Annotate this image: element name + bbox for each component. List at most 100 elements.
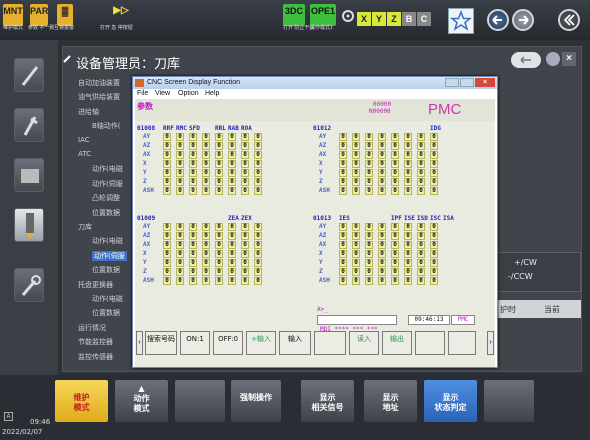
signal-bit-cell[interactable]: 0 <box>404 259 412 267</box>
signal-bit-cell[interactable]: 0 <box>404 250 412 258</box>
signal-bit-cell[interactable]: 0 <box>202 241 210 249</box>
signal-bit-cell[interactable]: 0 <box>215 250 223 258</box>
signal-bit-cell[interactable]: 0 <box>365 133 373 141</box>
signal-bit-cell[interactable]: 0 <box>378 241 386 249</box>
signal-bit-cell[interactable]: 0 <box>228 169 236 177</box>
signal-bit-cell[interactable]: 0 <box>378 259 386 267</box>
signal-bit-cell[interactable]: 0 <box>404 151 412 159</box>
signal-bit-cell[interactable]: 0 <box>176 151 184 159</box>
tree-item[interactable]: 运行情况 <box>78 323 106 333</box>
signal-bit-cell[interactable]: 0 <box>176 223 184 231</box>
favorite-button[interactable] <box>448 8 474 34</box>
sidebar-item-tool-a[interactable] <box>14 58 44 92</box>
signal-bit-cell[interactable]: 0 <box>215 133 223 141</box>
signal-bit-cell[interactable]: 0 <box>176 241 184 249</box>
signal-bit-cell[interactable]: 0 <box>404 268 412 276</box>
signal-bit-cell[interactable]: 0 <box>189 259 197 267</box>
tree-item[interactable]: 自动加油装置 <box>78 78 120 88</box>
signal-bit-cell[interactable]: 0 <box>189 232 197 240</box>
address-label[interactable]: 01012 <box>313 125 331 132</box>
signal-bit-cell[interactable]: 0 <box>417 241 425 249</box>
signal-bit-cell[interactable]: 0 <box>417 223 425 231</box>
tree-item[interactable]: 位置数据 <box>92 208 120 218</box>
signal-bit-cell[interactable]: 0 <box>339 151 347 159</box>
signal-bit-cell[interactable]: 0 <box>228 133 236 141</box>
minimize-button[interactable] <box>445 78 459 87</box>
signal-bit-cell[interactable]: 0 <box>404 223 412 231</box>
signal-bit-cell[interactable]: 0 <box>254 151 262 159</box>
signal-bit-cell[interactable]: 0 <box>378 187 386 195</box>
signal-bit-cell[interactable]: 0 <box>202 160 210 168</box>
signal-bit-cell[interactable]: 0 <box>215 268 223 276</box>
signal-bit-cell[interactable]: 0 <box>228 142 236 150</box>
undo-button[interactable] <box>511 52 541 68</box>
softkey-button[interactable]: OFF:0 <box>213 331 243 355</box>
signal-bit-cell[interactable]: 0 <box>254 268 262 276</box>
dialog-close-icon[interactable]: × <box>475 78 495 87</box>
signal-bit-cell[interactable]: 0 <box>352 232 360 240</box>
signal-bit-cell[interactable]: 0 <box>202 259 210 267</box>
signal-bit-cell[interactable]: 0 <box>163 142 171 150</box>
interlock-icon[interactable]: ▓ <box>57 4 73 26</box>
maximize-button[interactable] <box>460 78 474 87</box>
signal-bit-cell[interactable]: 0 <box>202 169 210 177</box>
signal-bit-cell[interactable]: 0 <box>404 133 412 141</box>
signal-bit-cell[interactable]: 0 <box>339 277 347 285</box>
signal-bit-cell[interactable]: 0 <box>202 232 210 240</box>
signal-bit-cell[interactable]: 0 <box>417 277 425 285</box>
signal-bit-cell[interactable]: 0 <box>404 169 412 177</box>
signal-bit-cell[interactable]: 0 <box>241 160 249 168</box>
signal-bit-cell[interactable]: 0 <box>241 268 249 276</box>
signal-bit-cell[interactable]: 0 <box>391 250 399 258</box>
signal-bit-cell[interactable]: 0 <box>254 160 262 168</box>
signal-bit-cell[interactable]: 0 <box>254 133 262 141</box>
badge-ope1[interactable]: OPE1 <box>310 4 336 26</box>
signal-bit-cell[interactable]: 0 <box>417 187 425 195</box>
signal-bit-cell[interactable]: 0 <box>391 187 399 195</box>
signal-bit-cell[interactable]: 0 <box>241 169 249 177</box>
signal-bit-cell[interactable]: 0 <box>339 178 347 186</box>
signal-bit-cell[interactable]: 0 <box>339 133 347 141</box>
signal-bit-cell[interactable]: 0 <box>176 268 184 276</box>
signal-bit-cell[interactable]: 0 <box>365 178 373 186</box>
signal-bit-cell[interactable]: 0 <box>163 241 171 249</box>
signal-bit-cell[interactable]: 0 <box>163 133 171 141</box>
signal-bit-cell[interactable]: 0 <box>404 160 412 168</box>
signal-bit-cell[interactable]: 0 <box>430 160 438 168</box>
signal-bit-cell[interactable]: 0 <box>215 259 223 267</box>
signal-bit-cell[interactable]: 0 <box>241 178 249 186</box>
signal-bit-cell[interactable]: 0 <box>215 160 223 168</box>
signal-bit-cell[interactable]: 0 <box>215 241 223 249</box>
signal-bit-cell[interactable]: 0 <box>417 169 425 177</box>
softkey-prev-icon[interactable]: ‹ <box>136 331 143 355</box>
signal-bit-cell[interactable]: 0 <box>391 223 399 231</box>
signal-bit-cell[interactable]: 0 <box>202 250 210 258</box>
menu-help[interactable]: Help <box>205 89 219 99</box>
signal-bit-cell[interactable]: 0 <box>163 160 171 168</box>
signal-bit-cell[interactable]: 0 <box>202 268 210 276</box>
tree-item[interactable]: 动作(电磁 <box>92 164 123 174</box>
signal-bit-cell[interactable]: 0 <box>189 187 197 195</box>
signal-bit-cell[interactable]: 0 <box>189 133 197 141</box>
function-button[interactable]: 显示 地址 <box>363 379 418 423</box>
signal-bit-cell[interactable]: 0 <box>417 250 425 258</box>
signal-bit-cell[interactable]: 0 <box>254 223 262 231</box>
signal-bit-cell[interactable]: 0 <box>378 133 386 141</box>
signal-bit-cell[interactable]: 0 <box>430 169 438 177</box>
signal-bit-cell[interactable]: 0 <box>228 187 236 195</box>
signal-bit-cell[interactable]: 0 <box>189 250 197 258</box>
help-button[interactable] <box>546 52 560 66</box>
signal-bit-cell[interactable]: 0 <box>176 259 184 267</box>
signal-bit-cell[interactable]: 0 <box>378 268 386 276</box>
signal-bit-cell[interactable]: 0 <box>163 277 171 285</box>
tree-item[interactable]: 动作(伺服 <box>92 179 123 189</box>
signal-bit-cell[interactable]: 0 <box>352 169 360 177</box>
signal-bit-cell[interactable]: 0 <box>339 160 347 168</box>
tree-item[interactable]: 动作(电磁 <box>92 236 123 246</box>
address-label[interactable]: 01009 <box>137 215 155 222</box>
signal-bit-cell[interactable]: 0 <box>215 187 223 195</box>
signal-bit-cell[interactable]: 0 <box>391 277 399 285</box>
signal-bit-cell[interactable]: 0 <box>254 169 262 177</box>
signal-bit-cell[interactable]: 0 <box>189 169 197 177</box>
signal-bit-cell[interactable]: 0 <box>378 250 386 258</box>
